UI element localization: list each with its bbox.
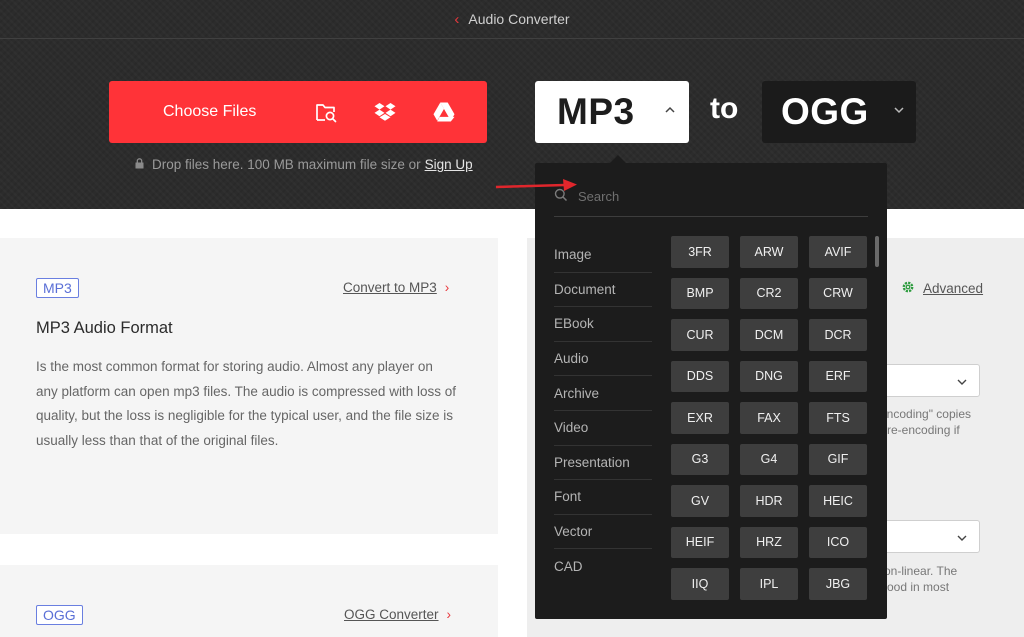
format-option-button[interactable]: DCR: [809, 319, 867, 351]
format-option-button[interactable]: JBG: [809, 568, 867, 600]
folder-search-icon[interactable]: [314, 100, 338, 124]
format-description: Is the most common format for storing au…: [36, 359, 456, 448]
format-search[interactable]: [554, 185, 868, 217]
format-option-button[interactable]: IPL: [740, 568, 798, 600]
lock-icon: [135, 157, 144, 172]
settings-select-1[interactable]: [876, 364, 980, 397]
chevron-down-icon[interactable]: [892, 103, 906, 122]
category-item[interactable]: Vector: [554, 515, 652, 550]
convert-to-link[interactable]: Convert to MP3 ›: [343, 280, 449, 295]
settings-select-2[interactable]: [876, 520, 980, 553]
format-option-button[interactable]: HEIC: [809, 485, 867, 517]
chevron-right-icon[interactable]: ›: [445, 280, 450, 295]
convert-to-link-text[interactable]: Convert to MP3: [343, 280, 437, 295]
category-item[interactable]: CAD: [554, 549, 652, 584]
format-option-button[interactable]: BMP: [671, 277, 729, 309]
dropdown-notch: [609, 155, 627, 164]
google-drive-icon[interactable]: [432, 100, 456, 124]
format-tag-2: OGG: [36, 605, 83, 625]
format-option-button[interactable]: EXR: [671, 402, 729, 434]
back-chevron-icon[interactable]: ‹: [454, 11, 459, 28]
annotation-arrow: [495, 179, 577, 191]
target-format-select[interactable]: OGG: [762, 81, 916, 143]
format-option-button[interactable]: CUR: [671, 319, 729, 351]
settings-hint-1a: encoding" copies: [880, 407, 971, 421]
format-info-card-2: OGG OGG Converter ›: [0, 565, 498, 637]
dropbox-icon[interactable]: [373, 100, 397, 124]
chevron-down-icon[interactable]: [956, 531, 968, 549]
format-option-button[interactable]: FAX: [740, 402, 798, 434]
format-option-button[interactable]: CR2: [740, 277, 798, 309]
category-item[interactable]: EBook: [554, 307, 652, 342]
category-item[interactable]: Presentation: [554, 446, 652, 481]
format-grid: 3FR ARW AVIF BMP CR2 CRW CUR DCM DCR DDS DNG ERF EXR…: [671, 236, 869, 604]
format-title: MP3 Audio Format: [36, 319, 173, 337]
format-option-button[interactable]: HEIF: [671, 526, 729, 558]
format-option-button[interactable]: G3: [671, 443, 729, 475]
converter-link[interactable]: OGG Converter ›: [344, 607, 451, 622]
category-item[interactable]: Archive: [554, 376, 652, 411]
format-option-button[interactable]: ICO: [809, 526, 867, 558]
category-item[interactable]: Font: [554, 480, 652, 515]
advanced-label[interactable]: Advanced: [923, 281, 983, 296]
chevron-right-icon[interactable]: ›: [447, 607, 452, 622]
format-option-button[interactable]: DDS: [671, 360, 729, 392]
format-option-button[interactable]: IIQ: [671, 568, 729, 600]
format-tag: MP3: [36, 278, 79, 298]
source-format-select[interactable]: MP3: [535, 81, 689, 143]
format-info-card: MP3 Convert to MP3 › MP3 Audio Format Is …: [0, 238, 498, 534]
format-option-button[interactable]: HDR: [740, 485, 798, 517]
advanced-link[interactable]: Advanced: [901, 280, 983, 297]
format-dropdown: ImageDocumentEBookAudioArchiveVideoPrese…: [535, 155, 887, 619]
category-item[interactable]: Audio: [554, 342, 652, 377]
to-label: to: [710, 92, 739, 125]
target-format-value[interactable]: OGG: [781, 91, 869, 133]
category-item[interactable]: Document: [554, 273, 652, 308]
settings-hint-2a: on-linear. The: [884, 564, 958, 578]
sign-up-link[interactable]: Sign Up: [425, 157, 473, 172]
format-option-button[interactable]: AVIF: [809, 236, 867, 268]
format-option-button[interactable]: 3FR: [671, 236, 729, 268]
dropdown-scrollbar[interactable]: [875, 236, 879, 267]
format-option-button[interactable]: FTS: [809, 402, 867, 434]
choose-files-label[interactable]: Choose Files: [163, 103, 256, 121]
choose-files-button[interactable]: Choose Files: [109, 81, 487, 143]
converter-link-text[interactable]: OGG Converter: [344, 607, 439, 622]
category-item[interactable]: Video: [554, 411, 652, 446]
format-option-button[interactable]: ERF: [809, 360, 867, 392]
format-option-button[interactable]: G4: [740, 443, 798, 475]
drop-note: Drop files here. 100 MB maximum file siz…: [135, 157, 473, 172]
format-option-button[interactable]: CRW: [809, 277, 867, 309]
format-option-button[interactable]: ARW: [740, 236, 798, 268]
format-option-button[interactable]: HRZ: [740, 526, 798, 558]
drop-note-text: Drop files here. 100 MB maximum file siz…: [152, 157, 421, 172]
category-list: Image Document EBook Audio Archive Video Prese…: [554, 238, 652, 584]
format-option-button[interactable]: GV: [671, 485, 729, 517]
gear-icon[interactable]: [901, 280, 915, 297]
settings-hint-2b: ood in most: [887, 580, 950, 594]
page-title[interactable]: Audio Converter: [468, 11, 569, 27]
category-item[interactable]: Image: [554, 238, 652, 273]
format-option-button[interactable]: DCM: [740, 319, 798, 351]
format-option-button[interactable]: DNG: [740, 360, 798, 392]
chevron-up-icon[interactable]: [663, 103, 677, 122]
format-option-button[interactable]: GIF: [809, 443, 867, 475]
search-input[interactable]: [578, 185, 858, 207]
top-bar: ‹ Audio Converter: [0, 0, 1024, 39]
settings-hint-1b: re-encoding if: [887, 423, 960, 437]
source-format-value[interactable]: MP3: [557, 91, 635, 133]
chevron-down-icon[interactable]: [956, 375, 968, 393]
